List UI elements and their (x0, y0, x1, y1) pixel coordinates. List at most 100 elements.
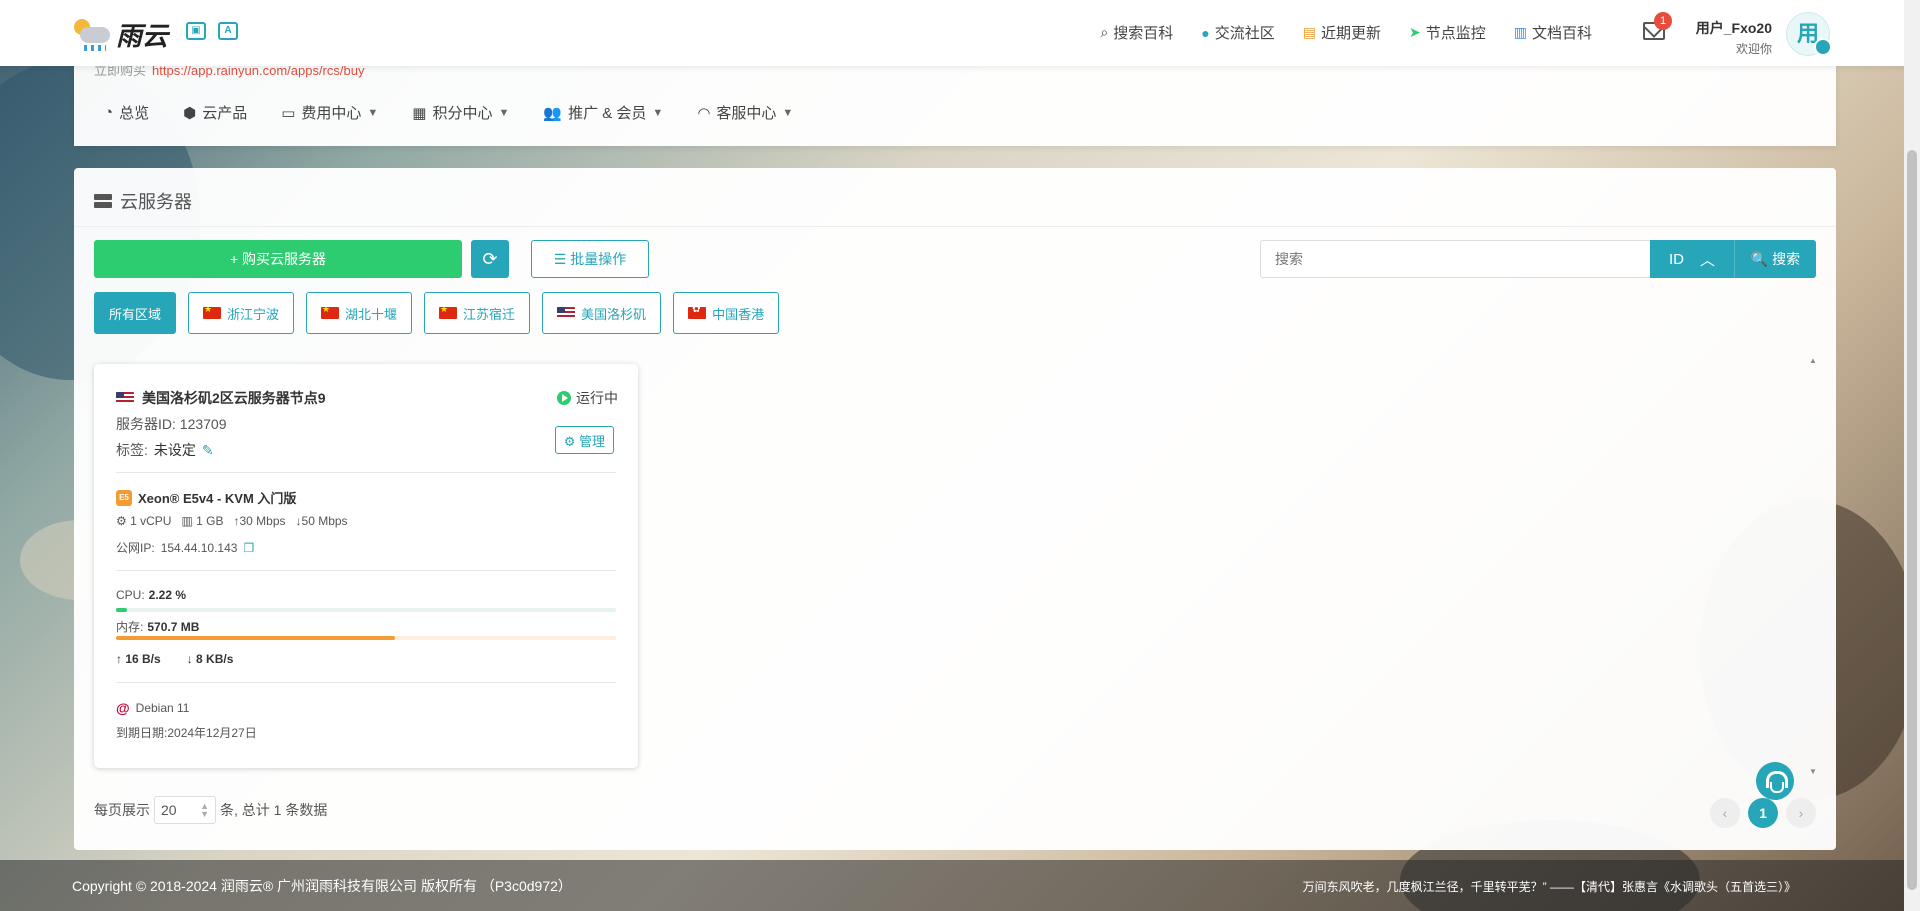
region-hong-kong[interactable]: 中国香港 (673, 292, 780, 334)
cloud-logo-icon (72, 17, 112, 53)
server-id: 服务器ID: 123709 (116, 414, 227, 434)
network-traffic: ↑ 16 B/s ↓ 8 KB/s (116, 652, 233, 666)
region-jiangsu-suqian[interactable]: 江苏宿迁 (424, 292, 531, 334)
chevron-down-icon: ▼ (652, 106, 664, 119)
memory-usage-label: 内存: (116, 620, 144, 634)
users-icon: 👥 (543, 104, 563, 122)
theme-tools: ▣ A (186, 22, 238, 40)
topnav-node-monitor[interactable]: ➤ 节点监控 (1409, 22, 1486, 43)
play-circle-icon (557, 391, 571, 405)
plan-name: E5 Xeon® E5v4 - KVM 入门版 (116, 488, 296, 507)
server-icon (94, 194, 112, 208)
brand-logo[interactable]: 雨云 (72, 16, 168, 53)
translate-icon[interactable]: A (218, 22, 238, 40)
divider (74, 226, 1836, 227)
region-us-los-angeles[interactable]: 美国洛杉矶 (542, 292, 662, 334)
refresh-button[interactable]: ⟳ (471, 240, 509, 278)
server-name-text: 美国洛杉矶2区云服务器节点9 (142, 390, 326, 406)
topnav-docs[interactable]: ▥ 文档百科 (1514, 22, 1592, 43)
customer-support-icon[interactable] (1756, 762, 1794, 800)
menu-overview[interactable]: ◔ 总览 (104, 102, 149, 123)
list-scrollbar[interactable]: ▲ ▼ (1808, 356, 1818, 776)
memory-usage-bar (116, 636, 616, 640)
gift-icon: ▦ (412, 104, 427, 122)
region-filter: 所有区域 浙江宁波 湖北十堰 江苏宿迁 美国洛杉矶 中国香港 (94, 292, 780, 334)
menu-affiliate[interactable]: 👥 推广 & 会员 ▼ (543, 102, 663, 123)
region-label: 所有区域 (109, 306, 162, 322)
prev-page-button[interactable]: ‹ (1710, 798, 1740, 828)
topnav-updates[interactable]: ▤ 近期更新 (1303, 22, 1381, 43)
menu-support[interactable]: ◠ 客服中心 ▼ (697, 102, 793, 123)
copy-icon[interactable]: ❐ (243, 541, 254, 555)
topnav-search-wiki[interactable]: ⌕ 搜索百科 (1100, 22, 1173, 43)
search-icon: ⌕ (1100, 24, 1109, 40)
memory-usage: 内存: 570.7 MB (116, 618, 199, 635)
brand-name: 雨云 (116, 22, 169, 52)
edit-icon[interactable]: ✎ (202, 442, 214, 459)
notification-badge: 1 (1654, 12, 1672, 30)
page-1-button[interactable]: 1 (1748, 798, 1778, 828)
page-size: 每页展示 20 ▲ ▼ 条, 总计 1 条数据 (94, 796, 327, 824)
download-bandwidth: ↓50 Mbps (295, 514, 348, 528)
ip-value: 154.44.10.143 (160, 540, 238, 555)
page-title: 云服务器 (94, 188, 192, 214)
scrollbar-thumb[interactable] (1907, 150, 1917, 890)
tag-label: 标签: (116, 442, 148, 458)
user-name: 用户_Fxo20 (1695, 20, 1772, 36)
headset-icon: ◠ (697, 104, 711, 122)
debian-icon: @ (116, 700, 130, 716)
batch-operation-button[interactable]: ☰ 批量操作 (531, 240, 649, 278)
page-scrollbar[interactable] (1904, 0, 1920, 911)
sort-icon: ▲ ▼ (200, 801, 209, 819)
topnav-community[interactable]: ● 交流社区 (1201, 22, 1274, 43)
user-info[interactable]: 用户_Fxo20 欢迎你 (1690, 18, 1772, 57)
scroll-down-icon[interactable]: ▼ (1808, 767, 1818, 776)
topnav-label: 交流社区 (1214, 25, 1275, 42)
divider (116, 570, 616, 571)
server-specs: ⚙ 1 vCPU ▥ 1 GB ↑30 Mbps ↓50 Mbps (116, 514, 348, 528)
server-name: 美国洛杉矶2区云服务器节点9 (116, 388, 326, 408)
chevron-down-icon: ▼ (498, 106, 510, 119)
copyright: Copyright © 2018-2024 润雨云® 广州润雨科技有限公司 版权… (72, 878, 572, 894)
search-field-select[interactable]: ID ︿ (1650, 240, 1734, 278)
menu-billing[interactable]: ▭ 费用中心 ▼ (281, 102, 378, 123)
community-icon: ● (1201, 24, 1210, 41)
menu-label: 积分中心 (432, 105, 493, 122)
page-size-select[interactable]: 20 ▲ ▼ (154, 796, 216, 824)
main-menu: ◔ 总览 ⬢ 云产品 ▭ 费用中心 ▼ ▦ 积分中心 ▼ 👥 推广 & 会员 ▼… (104, 102, 793, 123)
memory-usage-fill (116, 636, 395, 640)
server-card[interactable]: 美国洛杉矶2区云服务器节点9 运行中 服务器ID: 123709 标签: 未设定… (94, 364, 638, 768)
next-page-button[interactable]: › (1786, 798, 1816, 828)
cpu-usage-fill (116, 608, 128, 612)
image-toggle-icon[interactable]: ▣ (186, 22, 206, 40)
expiry-label: 到期日期: (116, 726, 168, 740)
china-flag-icon (321, 307, 340, 319)
search-input[interactable] (1260, 240, 1650, 278)
expiry-date: 到期日期:2024年12月27日 (116, 724, 257, 741)
region-zhejiang-ningbo[interactable]: 浙江宁波 (188, 292, 295, 334)
ip-label: 公网IP: (116, 541, 155, 555)
menu-cloud-products[interactable]: ⬢ 云产品 (183, 102, 247, 123)
total-count: 条, 总计 1 条数据 (220, 802, 328, 818)
region-all[interactable]: 所有区域 (94, 292, 177, 334)
manage-button[interactable]: ⚙ 管理 (554, 426, 614, 454)
us-flag-icon (116, 392, 134, 404)
operating-system: @ Debian 11 (116, 700, 189, 716)
book-icon: ▥ (1513, 24, 1527, 40)
menu-points[interactable]: ▦ 积分中心 ▼ (412, 102, 509, 123)
topnav-label: 近期更新 (1320, 25, 1381, 42)
server-id-label: 服务器ID: (116, 416, 176, 432)
upload-bandwidth: ↑30 Mbps (233, 514, 286, 528)
us-flag-icon (557, 307, 576, 319)
avatar-status-icon (1814, 38, 1832, 56)
scroll-up-icon[interactable]: ▲ (1808, 356, 1818, 365)
os-text: Debian 11 (135, 701, 190, 715)
send-icon: ➤ (1409, 24, 1421, 40)
region-hubei-shiyan[interactable]: 湖北十堰 (306, 292, 413, 334)
cpu-spec: ⚙ 1 vCPU (116, 514, 171, 528)
region-label: 中国香港 (712, 306, 765, 322)
topnav-label: 文档百科 (1531, 25, 1592, 42)
buy-server-button[interactable]: + 购买云服务器 (94, 240, 462, 278)
search-button[interactable]: 🔍 搜索 (1734, 240, 1816, 278)
cloud-server-panel: 云服务器 + 购买云服务器 ⟳ ☰ 批量操作 ID ︿ 🔍 搜索 所有区域 浙江… (74, 168, 1836, 850)
